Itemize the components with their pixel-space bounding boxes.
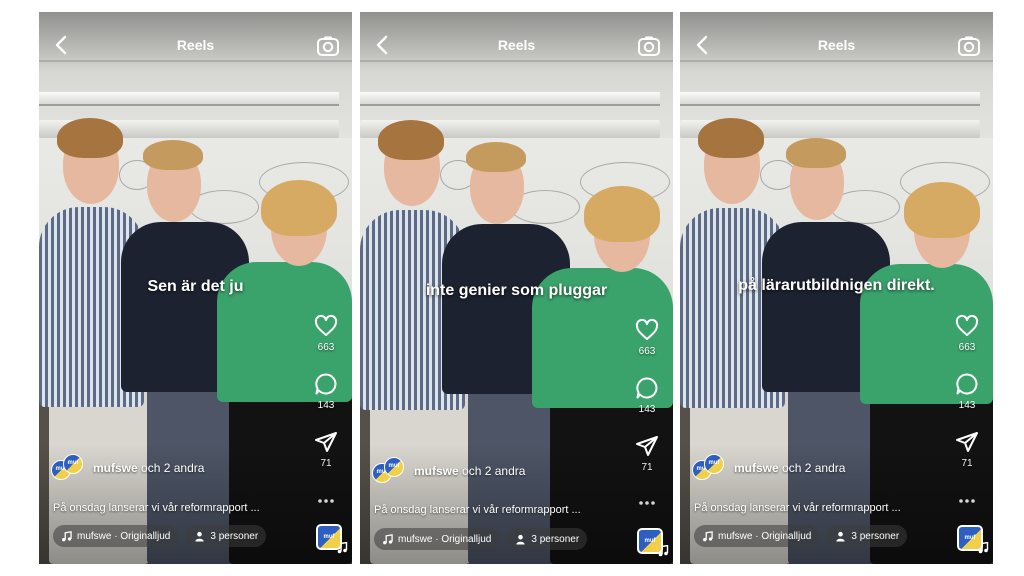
people-chip[interactable]: 3 personer (186, 525, 267, 547)
camera-icon[interactable] (316, 34, 340, 58)
meta-chips: mufswe · Originalljud 3 personer (374, 528, 588, 550)
like-action[interactable]: 663 (308, 314, 344, 353)
music-note-icon (337, 542, 348, 554)
audio-label: mufswe · Originalljud (718, 530, 812, 542)
comment-icon[interactable] (635, 376, 659, 400)
music-note-icon (658, 545, 669, 557)
subtitle-caption: inte genier som pluggar (425, 282, 608, 299)
person-icon (836, 531, 845, 542)
author-avatars[interactable]: muf muf (692, 454, 728, 482)
audio-label: mufswe · Originalljud (77, 530, 171, 542)
reel-screen-3: Reels på lärarutbildnigen direkt. 663 14… (680, 12, 993, 564)
comment-count: 143 (958, 400, 976, 411)
like-count: 663 (317, 342, 335, 353)
top-bar: Reels (360, 12, 673, 72)
comment-count: 143 (638, 404, 656, 415)
author-names[interactable]: mufswe och 2 andra (414, 464, 525, 478)
page-title: Reels (176, 37, 215, 53)
ceiling-lamp (680, 92, 980, 106)
comment-icon[interactable] (955, 372, 979, 396)
person-icon (195, 531, 204, 542)
heart-icon[interactable] (955, 314, 979, 338)
author-collaborators[interactable]: och 2 andra (141, 461, 204, 475)
like-count: 663 (958, 342, 976, 353)
meta-chips: mufswe · Originalljud 3 personer (694, 525, 908, 547)
subtitle-caption: på lärarutbildnigen direkt. (738, 277, 935, 294)
author-collaborators[interactable]: och 2 andra (462, 464, 525, 478)
avatar[interactable]: muf (63, 454, 83, 474)
heart-icon[interactable] (314, 314, 338, 338)
author-names[interactable]: mufswe och 2 andra (93, 461, 204, 475)
post-description[interactable]: På onsdag lanserar vi vår reformrapport … (53, 502, 260, 514)
people-chip[interactable]: 3 personer (507, 528, 588, 550)
page-title: Reels (817, 37, 856, 53)
author-row[interactable]: muf muf mufswe och 2 andra (372, 457, 525, 485)
music-note-icon (703, 530, 713, 541)
author-collaborators[interactable]: och 2 andra (782, 461, 845, 475)
audio-chip[interactable]: mufswe · Originalljud (53, 525, 179, 547)
comment-count: 143 (317, 400, 335, 411)
author-avatars[interactable]: muf muf (372, 457, 408, 485)
author-username[interactable]: mufswe (414, 464, 459, 478)
reel-screen-2: Reels inte genier som pluggar 663 143 71… (360, 12, 673, 564)
avatar[interactable]: muf (704, 454, 724, 474)
author-avatars[interactable]: muf muf (51, 454, 87, 482)
people-label: 3 personer (210, 530, 259, 542)
page-title: Reels (497, 37, 536, 53)
reel-screen-1: Reels Sen är det ju 663 143 71 muf muf m… (39, 12, 352, 564)
like-action[interactable]: 663 (949, 314, 985, 353)
post-description[interactable]: På onsdag lanserar vi vår reformrapport … (374, 504, 581, 516)
author-username[interactable]: mufswe (734, 461, 779, 475)
audio-chip[interactable]: mufswe · Originalljud (694, 525, 820, 547)
like-count: 663 (638, 346, 656, 357)
music-note-icon (62, 530, 72, 541)
author-row[interactable]: muf muf mufswe och 2 andra (51, 454, 204, 482)
avatar[interactable]: muf (384, 457, 404, 477)
top-bar: Reels (680, 12, 993, 72)
comment-action[interactable]: 143 (629, 376, 665, 415)
author-names[interactable]: mufswe och 2 andra (734, 461, 845, 475)
ceiling-lamp (39, 92, 339, 106)
like-action[interactable]: 663 (629, 318, 665, 357)
music-note-icon (383, 533, 393, 544)
comment-action[interactable]: 143 (308, 372, 344, 411)
comment-action[interactable]: 143 (949, 372, 985, 411)
top-bar: Reels (39, 12, 352, 72)
subtitle-caption: Sen är det ju (147, 278, 244, 295)
comment-icon[interactable] (314, 372, 338, 396)
ceiling-lamp (360, 92, 660, 106)
person-icon (516, 534, 525, 545)
author-row[interactable]: muf muf mufswe och 2 andra (692, 454, 845, 482)
audio-chip[interactable]: mufswe · Originalljud (374, 528, 500, 550)
camera-icon[interactable] (637, 34, 661, 58)
heart-icon[interactable] (635, 318, 659, 342)
post-description[interactable]: På onsdag lanserar vi vår reformrapport … (694, 502, 901, 514)
people-label: 3 personer (851, 530, 900, 542)
people-label: 3 personer (531, 533, 580, 545)
meta-chips: mufswe · Originalljud 3 personer (53, 525, 267, 547)
audio-label: mufswe · Originalljud (398, 533, 492, 545)
people-chip[interactable]: 3 personer (827, 525, 908, 547)
music-note-icon (978, 542, 989, 554)
author-username[interactable]: mufswe (93, 461, 138, 475)
camera-icon[interactable] (957, 34, 981, 58)
